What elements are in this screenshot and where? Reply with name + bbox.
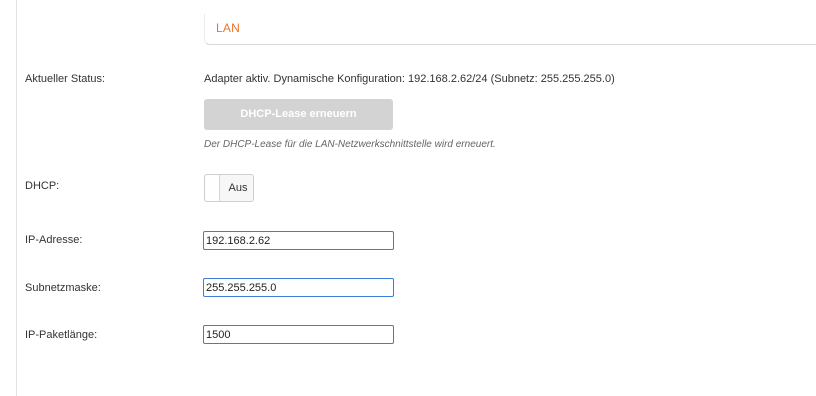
section-header: LAN [204,14,816,45]
packet-length-input[interactable] [203,325,394,344]
ip-address-input[interactable] [203,231,394,250]
ip-address-label: IP-Adresse: [25,234,83,246]
dhcp-toggle-state: Aus [228,182,248,194]
subnet-mask-label: Subnetzmaske: [25,282,101,294]
packet-length-label: IP-Paketlänge: [25,329,98,341]
renew-hint-text: Der DHCP-Lease für die LAN-Netzwerkschni… [204,139,496,150]
dhcp-toggle[interactable]: Aus [204,174,254,202]
renew-dhcp-lease-button[interactable]: DHCP-Lease erneuern [204,99,393,130]
status-text: Adapter aktiv. Dynamische Konfiguration:… [204,73,615,85]
toggle-knob [205,175,220,201]
status-label: Aktueller Status: [25,73,106,85]
left-divider [16,0,17,396]
subnet-mask-input[interactable] [203,278,394,297]
section-title: LAN [216,21,240,35]
dhcp-label: DHCP: [25,180,60,192]
